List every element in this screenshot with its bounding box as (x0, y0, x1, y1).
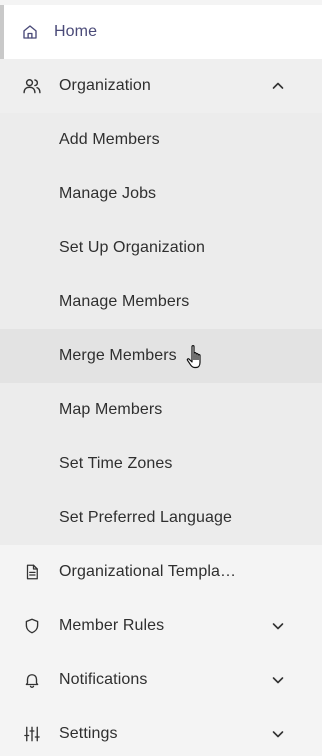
nav-item-member-rules[interactable]: Member Rules (0, 599, 322, 653)
nav-item-organizational-templates[interactable]: Organizational Templa… (0, 545, 322, 599)
nav-item-label: Organizational Templa… (59, 563, 237, 580)
subnav-item-add-members[interactable]: Add Members (0, 113, 322, 167)
subnav-item-label: Manage Members (59, 293, 190, 310)
hand-cursor-icon (186, 344, 206, 374)
subnav-item-set-preferred-language[interactable]: Set Preferred Language (0, 491, 322, 545)
nav-item-label: Member Rules (59, 617, 165, 634)
document-icon (22, 562, 42, 582)
nav-item-organization-label: Organization (59, 77, 151, 94)
sliders-icon (22, 724, 42, 744)
nav-item-home[interactable]: Home (0, 5, 322, 59)
subnav-item-set-up-organization[interactable]: Set Up Organization (0, 221, 322, 275)
side-navigation: Home Organization Add Members Manage Job… (0, 0, 322, 756)
subnav-item-manage-members[interactable]: Manage Members (0, 275, 322, 329)
subnav-item-manage-jobs[interactable]: Manage Jobs (0, 167, 322, 221)
subnav-item-label: Set Time Zones (59, 455, 173, 472)
nav-item-organization[interactable]: Organization (0, 59, 322, 113)
chevron-down-icon[interactable] (270, 618, 286, 634)
shield-icon (22, 616, 42, 636)
subnav-item-label: Merge Members (59, 347, 177, 364)
subnav-item-label: Manage Jobs (59, 185, 157, 202)
nav-item-notifications[interactable]: Notifications (0, 653, 322, 707)
nav-item-home-label: Home (54, 23, 98, 40)
subnav-item-label: Set Up Organization (59, 239, 205, 256)
subnav-item-merge-members[interactable]: Merge Members (0, 329, 322, 383)
subnav-item-label: Set Preferred Language (59, 509, 232, 526)
subnav-item-label: Add Members (59, 131, 160, 148)
subnav-item-map-members[interactable]: Map Members (0, 383, 322, 437)
chevron-down-icon[interactable] (270, 726, 286, 742)
bell-icon (22, 670, 42, 690)
users-icon (22, 76, 42, 96)
chevron-down-icon[interactable] (270, 672, 286, 688)
home-icon (20, 22, 40, 42)
chevron-up-icon[interactable] (270, 78, 286, 94)
subnav-item-label: Map Members (59, 401, 163, 418)
nav-item-label: Notifications (59, 671, 148, 688)
nav-item-settings[interactable]: Settings (0, 707, 322, 756)
subnav-item-set-time-zones[interactable]: Set Time Zones (0, 437, 322, 491)
nav-item-label: Settings (59, 725, 118, 742)
